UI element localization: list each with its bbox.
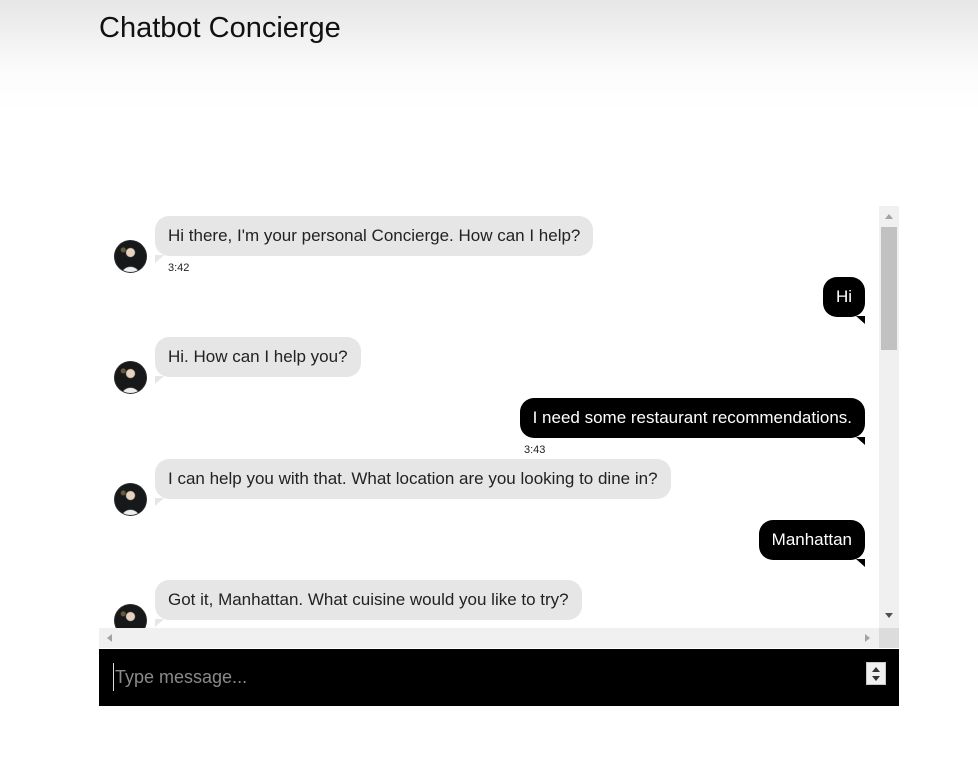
input-spinner[interactable] <box>866 662 886 685</box>
chevron-up-icon[interactable] <box>872 667 880 672</box>
user-message: Hi <box>822 277 866 324</box>
message-composer <box>99 649 899 706</box>
message-timestamp: 3:42 <box>168 262 190 274</box>
scroll-right-arrow-icon[interactable] <box>865 634 870 642</box>
bot-avatar-icon <box>114 483 147 516</box>
bot-message: Hi there, I'm your personal Concierge. H… <box>155 216 594 263</box>
bot-avatar-icon <box>114 361 147 394</box>
message-timestamp: 3:43 <box>524 444 546 456</box>
horizontal-scrollbar[interactable] <box>99 628 879 648</box>
bot-message: I can help you with that. What location … <box>155 459 671 506</box>
app-title: Chatbot Concierge <box>99 12 341 44</box>
message-input[interactable] <box>113 663 855 691</box>
vertical-scrollbar[interactable] <box>879 206 899 628</box>
chevron-down-icon[interactable] <box>872 676 880 681</box>
scroll-down-arrow-icon[interactable] <box>885 613 893 618</box>
scrollbar-thumb[interactable] <box>881 227 897 350</box>
scrollbar-corner <box>879 628 899 648</box>
bot-message: Got it, Manhattan. What cuisine would yo… <box>155 580 582 627</box>
scroll-up-arrow-icon[interactable] <box>885 214 893 219</box>
bot-avatar-icon <box>114 604 147 628</box>
bot-message: Hi. How can I help you? <box>155 337 361 384</box>
chat-window: Hi there, I'm your personal Concierge. H… <box>99 206 899 648</box>
bot-avatar-icon <box>114 240 147 273</box>
user-message: Manhattan <box>758 520 866 567</box>
scroll-left-arrow-icon[interactable] <box>107 634 112 642</box>
user-message: I need some restaurant recommendations. <box>519 398 866 445</box>
message-list[interactable]: Hi there, I'm your personal Concierge. H… <box>99 206 879 628</box>
